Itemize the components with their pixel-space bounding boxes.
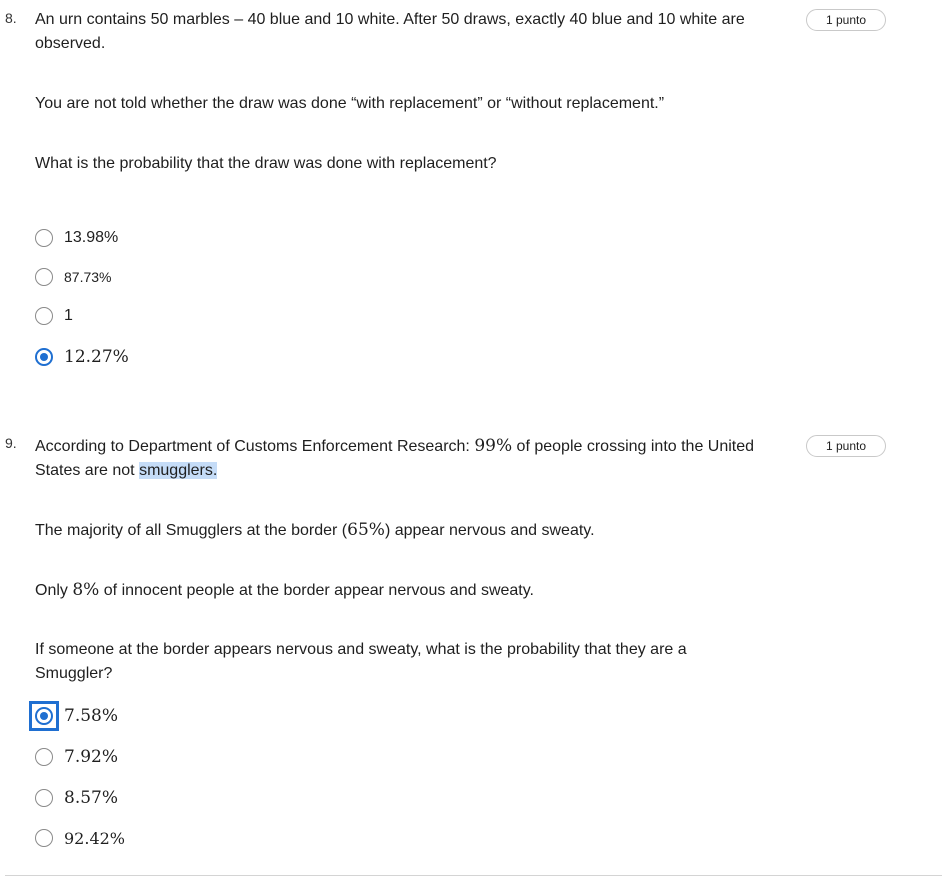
answer-option-label: 92.42%	[64, 828, 126, 848]
question-number: 8.	[5, 10, 17, 26]
question-prompt: What is the probability that the draw wa…	[35, 155, 497, 172]
answer-option[interactable]: 87.73%	[35, 266, 111, 288]
question-number: 9.	[5, 435, 17, 451]
radio-button[interactable]	[35, 789, 53, 807]
radio-focus-wrapper[interactable]	[29, 701, 59, 731]
radio-button[interactable]	[35, 829, 53, 847]
answer-option[interactable]: 12.27%	[35, 346, 129, 368]
divider	[5, 875, 942, 876]
text-segment: of innocent people at the border appear …	[99, 582, 534, 599]
math-value: 65%	[347, 520, 385, 540]
answer-option[interactable]: 1	[35, 305, 73, 327]
answer-option-label: 8.57%	[64, 788, 119, 808]
points-badge: 1 punto	[806, 9, 886, 31]
math-value: 8%	[72, 580, 100, 600]
radio-button[interactable]	[35, 307, 53, 325]
answer-option-label: 87.73%	[64, 269, 112, 285]
radio-button-selected[interactable]	[35, 348, 53, 366]
answer-option-label: 13.98%	[64, 229, 119, 246]
answer-option-label: 7.58%	[64, 706, 119, 726]
answer-option-label: 1	[64, 307, 73, 324]
question-text: You are not told whether the draw was do…	[35, 95, 665, 112]
radio-button[interactable]	[35, 748, 53, 766]
answer-option[interactable]: 8.57%	[35, 787, 118, 809]
text-segment: Only	[35, 582, 73, 599]
radio-button[interactable]	[35, 229, 53, 247]
selected-text: smugglers.	[139, 462, 218, 479]
math-value: 99%	[474, 436, 513, 456]
question-text: Only 8% of innocent people at the border…	[35, 578, 800, 603]
answer-option-label: 12.27%	[64, 347, 129, 367]
answer-option[interactable]: 92.42%	[35, 827, 125, 849]
text-segment: ) appear nervous and sweaty.	[384, 522, 595, 539]
question-prompt: If someone at the border appears nervous…	[35, 641, 687, 682]
radio-button-selected[interactable]	[35, 707, 53, 725]
points-badge: 1 punto	[806, 435, 886, 457]
answer-option[interactable]: 7.58%	[29, 701, 119, 731]
question-text: The majority of all Smugglers at the bor…	[35, 518, 800, 543]
answer-option[interactable]: 13.98%	[35, 227, 118, 249]
question-text: An urn contains 50 marbles – 40 blue and…	[35, 11, 745, 52]
question-text: According to Department of Customs Enfor…	[35, 434, 800, 483]
text-segment: According to Department of Customs Enfor…	[35, 438, 475, 455]
answer-option[interactable]: 7.92%	[35, 746, 118, 768]
answer-option-label: 7.92%	[64, 747, 119, 767]
radio-button[interactable]	[35, 268, 53, 286]
text-segment: The majority of all Smugglers at the bor…	[35, 522, 348, 539]
